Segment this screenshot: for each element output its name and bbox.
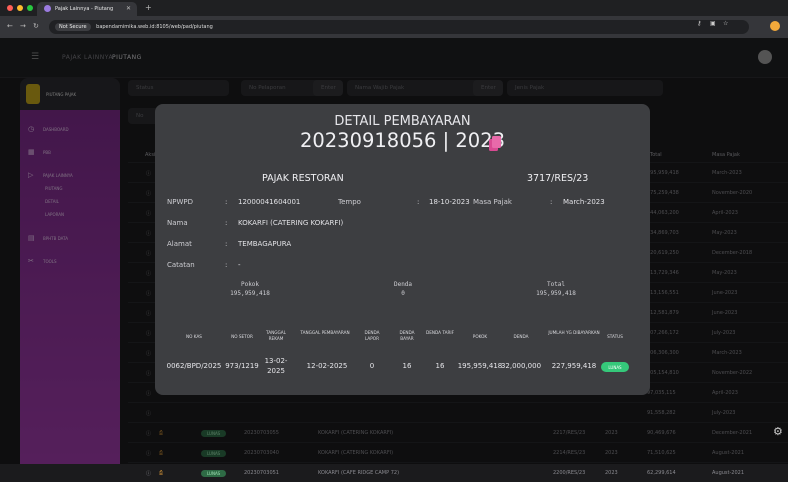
denda-cell: 32,000,000 xyxy=(500,362,542,370)
favicon-icon xyxy=(44,5,51,12)
window-controls[interactable] xyxy=(7,5,33,11)
status-badge: LUNAS xyxy=(601,362,629,372)
npwpd-value: 12000041604001 xyxy=(238,198,301,206)
column-header: DENDA BAYAR xyxy=(399,330,415,341)
tanggal-rekam-cell: 13-02-2025 xyxy=(264,357,288,375)
column-header: DENDA LAPOR xyxy=(364,330,380,341)
jumlah-cell: 227,959,418 xyxy=(551,362,597,370)
tax-type-heading: PAJAK RESTORAN xyxy=(262,173,344,184)
no-kas-cell: 0062/BPD/2025 xyxy=(166,362,222,370)
colon: : xyxy=(225,261,228,269)
close-tab-icon[interactable]: ✕ xyxy=(126,5,131,12)
denda-label: Denda xyxy=(393,281,413,288)
translate-icon[interactable]: ▣ xyxy=(710,20,716,27)
tab-title: Pajak Lainnya - Piutang xyxy=(55,6,114,12)
gear-icon[interactable]: ⚙ xyxy=(773,425,783,438)
url-field[interactable]: Not Secure bapendamimika.web.id:8105/web… xyxy=(49,20,749,34)
alamat-value: TEMBAGAPURA xyxy=(238,240,292,248)
modal-title: 20230918056 | 2023 xyxy=(299,129,506,152)
denda-bayar-cell: 16 xyxy=(402,362,412,370)
address-bar-row: ← → ↻ Not Secure bapendamimika.web.id:81… xyxy=(0,16,788,38)
payment-detail-modal: DETAIL PEMBAYARAN 20230918056 | 2023 PAJ… xyxy=(155,104,650,395)
table-row[interactable]: ⓘ ⎙ LUNAS 20230703051 KOKARFI (CAFE RIDGE CA… xyxy=(128,462,788,482)
colon: : xyxy=(225,219,228,227)
forward-icon[interactable]: → xyxy=(20,22,26,30)
column-header: NO SETOR xyxy=(231,334,253,339)
total-value: 195,959,418 xyxy=(536,290,576,297)
masa-pajak-label: Masa Pajak xyxy=(473,198,512,206)
denda-lapor-cell: 0 xyxy=(369,362,375,370)
kode-cell: 2200/RES/23 xyxy=(553,470,586,476)
minimize-window-button[interactable] xyxy=(17,5,23,11)
nama-label: Nama xyxy=(167,219,188,227)
nama-cell: KOKARFI (CAFE RIDGE CAMP 72) xyxy=(318,470,400,476)
info-icon[interactable]: ⓘ xyxy=(146,470,151,477)
catatan-label: Catatan xyxy=(167,261,195,269)
column-header: STATUS xyxy=(607,334,623,339)
tempo-label: Tempo xyxy=(338,198,361,206)
no-setor-cell: 973/1219 xyxy=(225,362,259,370)
colon: : xyxy=(550,198,553,206)
modal-subtitle: DETAIL PEMBAYARAN xyxy=(334,114,471,129)
tempo-value: 18-10-2023 xyxy=(429,198,470,206)
bookmark-star-icon[interactable]: ☆ xyxy=(723,20,728,27)
maximize-window-button[interactable] xyxy=(27,5,33,11)
back-icon[interactable]: ← xyxy=(7,22,13,30)
profile-icon[interactable] xyxy=(770,21,780,31)
catatan-value: - xyxy=(238,261,241,269)
copy-icon[interactable] xyxy=(488,135,502,152)
column-header: DENDA xyxy=(513,334,529,339)
colon: : xyxy=(417,198,420,206)
column-header: TANGGAL REKAM xyxy=(266,330,286,341)
total-cell: 62,299,614 xyxy=(647,470,676,476)
status-badge: LUNAS xyxy=(201,470,227,477)
pokok-value: 195,959,418 xyxy=(230,290,270,297)
browser-tab-strip: Pajak Lainnya - Piutang ✕ + xyxy=(0,0,788,16)
masa-cell: August-2021 xyxy=(712,470,745,476)
column-header: NO KAS xyxy=(186,334,202,339)
tanggal-bayar-cell: 12-02-2025 xyxy=(306,362,348,370)
print-icon[interactable]: ⎙ xyxy=(159,470,163,476)
new-tab-icon[interactable]: + xyxy=(145,3,152,12)
reload-icon[interactable]: ↻ xyxy=(33,22,39,30)
denda-tarif-cell: 16 xyxy=(435,362,445,370)
total-label: Total xyxy=(546,281,566,288)
column-header: TANGGAL PEMBAYARAN xyxy=(300,330,350,335)
colon: : xyxy=(225,198,228,206)
no-pelaporan-cell: 20230703051 xyxy=(244,470,279,476)
masa-pajak-value: March-2023 xyxy=(563,198,605,206)
column-header: JUMLAH YG DIBAYARKAN xyxy=(548,330,600,335)
tax-code-heading: 3717/RES/23 xyxy=(527,173,589,184)
browser-tab[interactable]: Pajak Lainnya - Piutang ✕ xyxy=(37,2,137,16)
alamat-label: Alamat xyxy=(167,240,192,248)
url-text: bapendamimika.web.id:8105/web/pad/piutan… xyxy=(96,24,213,30)
colon: : xyxy=(225,240,228,248)
npwpd-label: NPWPD xyxy=(167,198,193,206)
denda-value: 0 xyxy=(401,290,405,297)
not-secure-badge[interactable]: Not Secure xyxy=(55,23,91,31)
tahun-cell: 2023 xyxy=(605,470,618,476)
pokok-label: Pokok xyxy=(240,281,260,288)
column-header: DENDA TARIF xyxy=(426,330,454,335)
key-icon[interactable]: ⚷ xyxy=(697,20,701,27)
close-window-button[interactable] xyxy=(7,5,13,11)
nama-value: KOKARFI (CATERING KOKARFI) xyxy=(238,219,344,227)
